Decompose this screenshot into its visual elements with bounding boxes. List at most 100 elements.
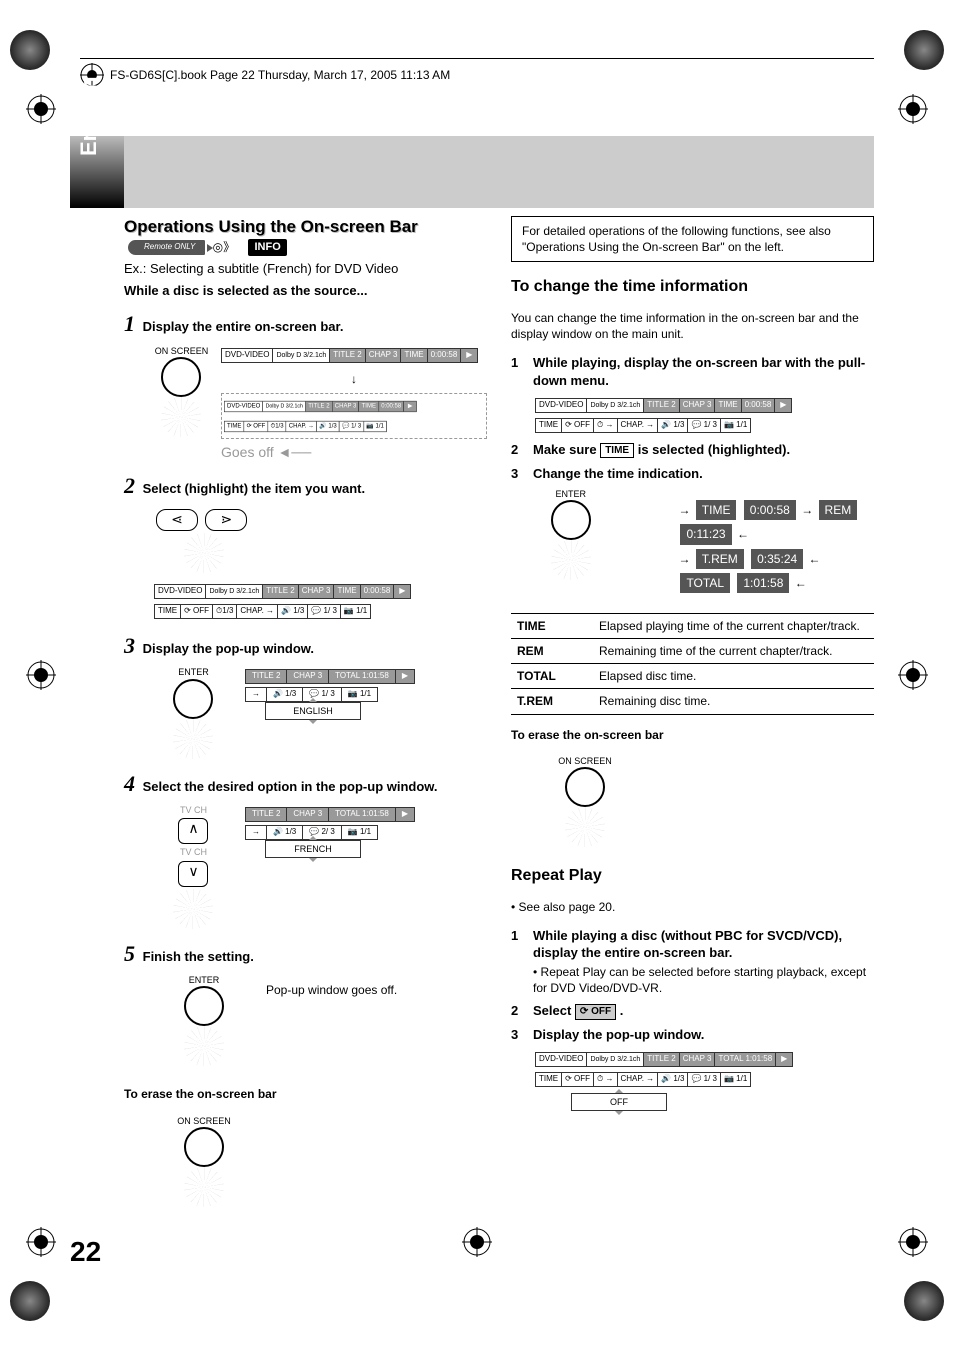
enter-button-icon — [551, 500, 591, 540]
enter-label: ENTER — [178, 666, 209, 678]
step-5: 5 Finish the setting. — [124, 939, 487, 969]
table-row: REMRemaining time of the current chapter… — [511, 639, 874, 664]
right-arrow-button-icon: ⋗ — [205, 509, 247, 531]
step-number: 1 — [124, 311, 135, 336]
step-3: 3 Display the pop-up window. — [124, 631, 487, 661]
enter-button-icon — [173, 679, 213, 719]
print-corner-icon — [904, 1281, 944, 1321]
operations-title: Operations Using the On-screen Bar — [124, 217, 418, 236]
step-4: 4 Select the desired option in the pop-u… — [124, 769, 487, 799]
crop-mark-icon — [26, 1227, 56, 1257]
goes-off-label: Goes off ◄── — [221, 443, 487, 462]
crop-mark-icon — [898, 660, 928, 690]
repeat-step-3: 3 Display the pop-up window. — [511, 1026, 874, 1044]
language-dropdown: FRENCH — [265, 840, 361, 858]
step-3-text: Display the pop-up window. — [143, 641, 314, 656]
right-bar-row1: DVD-VIDEO Dolby D 3/2.1ch TITLE 2 CHAP 3… — [535, 398, 792, 413]
example-text: Ex.: Selecting a subtitle (French) for D… — [124, 260, 487, 278]
chip-arrow-icon: ← — [795, 576, 807, 590]
time-step-2: 2 Make sure TIME is selected (highlighte… — [511, 441, 874, 459]
framemaker-header: FS-GD6S[C].book Page 22 Thursday, March … — [80, 58, 874, 87]
repeat-bar-row2: TIME ⟳ OFF ⏱ → CHAP. → 🔊 1/3 💬 1/ 3 📷 1/… — [535, 1072, 751, 1087]
step2-bar-row1: DVD-VIDEO Dolby D 3/2.1ch TITLE 2 CHAP 3… — [154, 584, 411, 599]
time-info-body: You can change the time information in t… — [511, 310, 874, 342]
press-rays-icon — [173, 719, 213, 759]
chip-arrow-icon: → — [801, 503, 813, 517]
left-column: Operations Using the On-screen Bar Remot… — [124, 216, 487, 1231]
crop-mark-icon — [26, 660, 56, 690]
remote-only-badge: Remote ONLY — [128, 240, 205, 255]
press-rays-icon — [184, 1026, 224, 1066]
time-info-heading: To change the time information — [511, 276, 874, 298]
step-2-text: Select (highlight) the item you want. — [143, 481, 365, 496]
erase-figure: ON SCREEN — [154, 1115, 487, 1207]
press-rays-icon — [184, 533, 224, 573]
note-box: For detailed operations of the following… — [511, 216, 874, 262]
step2-figure: ⋖ ⋗ DVD-VIDEO Dolby D 3/2.1ch TITLE 2 CH… — [154, 507, 487, 621]
step-1: 1 Display the entire on-screen bar. — [124, 309, 487, 339]
chip-arrow-icon: ← — [809, 552, 821, 566]
while-note: While a disc is selected as the source..… — [124, 282, 487, 300]
table-row: TOTALElapsed disc time. — [511, 664, 874, 689]
step-1-text: Display the entire on-screen bar. — [143, 319, 344, 334]
play-icon: ▶ — [461, 349, 477, 362]
on-screen-label: ON SCREEN — [177, 1115, 231, 1127]
on-screen-button-icon — [161, 357, 201, 397]
step5-figure: ENTER Pop-up window goes off. — [154, 974, 487, 1066]
left-arrow-button-icon: ⋖ — [156, 509, 198, 531]
down-button-icon: ∨ — [178, 861, 208, 887]
step-5-text: Finish the setting. — [143, 949, 254, 964]
chip-arrow-icon: → — [678, 503, 690, 517]
tvch-minus-label: TV CH — [180, 846, 207, 858]
info-badge: INFO — [248, 239, 286, 256]
right-bar-row2: TIME ⟳ OFF ⏱ → CHAP. → 🔊 1/3 💬 1/ 3 📷 1/… — [535, 418, 751, 433]
press-rays-icon — [551, 540, 591, 580]
step3-figure: ENTER TITLE 2 CHAP 3 TOTAL 1:01:58 ▶ → 🔊… — [154, 666, 487, 758]
up-button-icon: ∧ — [178, 818, 208, 844]
crop-mark-icon — [26, 94, 56, 124]
repeat-bar-row1: DVD-VIDEO Dolby D 3/2.1ch TITLE 2 CHAP 3… — [535, 1052, 793, 1067]
time-step-1: 1 While playing, display the on-screen b… — [511, 354, 874, 389]
step2-bar-row2: TIME ⟳ OFF ⏱1/3 CHAP. → 🔊 1/3 💬 1/ 3 📷 1… — [154, 604, 371, 619]
crop-mark-icon — [898, 1227, 928, 1257]
arrow-icon: → — [246, 688, 267, 701]
press-rays-icon — [173, 889, 213, 929]
step1-figure: ON SCREEN DVD-VIDEO Dolby D 3/2.1ch TITL… — [154, 345, 487, 461]
repeat-play-heading: Repeat Play — [511, 865, 874, 887]
erase-heading: To erase the on-screen bar — [511, 727, 874, 743]
tvch-plus-label: TV CH — [180, 804, 207, 816]
table-row: T.REMRemaining disc time. — [511, 689, 874, 714]
repeat-dropdown: OFF — [571, 1093, 667, 1111]
title-row: Operations Using the On-screen Bar Remot… — [124, 216, 487, 256]
time-step-3: 3 Change the time indication. — [511, 465, 874, 483]
enter-label: ENTER — [555, 488, 586, 500]
enter-button-icon — [184, 986, 224, 1026]
erase-heading: To erase the on-screen bar — [124, 1086, 487, 1102]
on-screen-bar-row1: DVD-VIDEO Dolby D 3/2.1ch TITLE 2 CHAP 3… — [221, 348, 478, 363]
on-screen-button-icon — [565, 767, 605, 807]
press-rays-icon — [161, 397, 201, 437]
language-dropdown: ENGLISH — [265, 702, 361, 720]
print-corner-icon — [10, 30, 50, 70]
crop-mark-icon — [462, 1227, 492, 1257]
step-4-text: Select the desired option in the pop-up … — [143, 779, 438, 794]
print-corner-icon — [10, 1281, 50, 1321]
step4-figure: TV CH ∧ TV CH ∨ TITLE 2 CHAP 3 TOTAL 1:0… — [154, 804, 487, 928]
on-screen-bar-small1: DVD-VIDEO Dolby D 3/2.1ch TITLE 2 CHAP 3… — [224, 401, 417, 412]
enter-label: ENTER — [189, 974, 220, 986]
repeat-off-symbol: ⟳ OFF — [575, 1004, 616, 1020]
right-column: For detailed operations of the following… — [511, 216, 874, 1231]
popup-row1: TITLE 2 CHAP 3 TOTAL 1:01:58 ▶ — [245, 807, 415, 822]
header-text: FS-GD6S[C].book Page 22 Thursday, March … — [110, 67, 450, 83]
arrow-down-icon: ↓ — [221, 371, 487, 387]
on-screen-label: ON SCREEN — [155, 345, 209, 357]
table-row: TIMEElapsed playing time of the current … — [511, 613, 874, 638]
time-symbol: TIME — [600, 443, 634, 459]
time-definitions-table: TIMEElapsed playing time of the current … — [511, 613, 874, 715]
see-also: • See also page 20. — [511, 899, 874, 915]
press-rays-icon — [184, 1167, 224, 1207]
on-screen-label: ON SCREEN — [558, 755, 612, 767]
on-screen-button-icon — [184, 1127, 224, 1167]
press-rays-icon — [565, 807, 605, 847]
time-chips: → TIME 0:00:58 → REM 0:11:23 ← → T.REM 0… — [678, 498, 874, 595]
